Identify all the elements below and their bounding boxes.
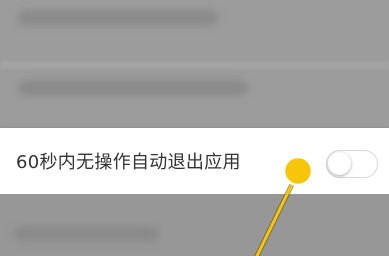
auto-exit-toggle[interactable] (326, 150, 378, 178)
auto-exit-label: 60秒内无操作自动退出应用 (16, 152, 241, 173)
blurred-settings-area-top (0, 0, 389, 128)
blurred-text-line (18, 10, 218, 26)
blurred-text-line (18, 80, 248, 96)
blurred-settings-area-bottom (0, 194, 389, 256)
blurred-divider (0, 62, 389, 68)
toggle-knob (328, 152, 351, 175)
blurred-text-line (14, 226, 159, 242)
